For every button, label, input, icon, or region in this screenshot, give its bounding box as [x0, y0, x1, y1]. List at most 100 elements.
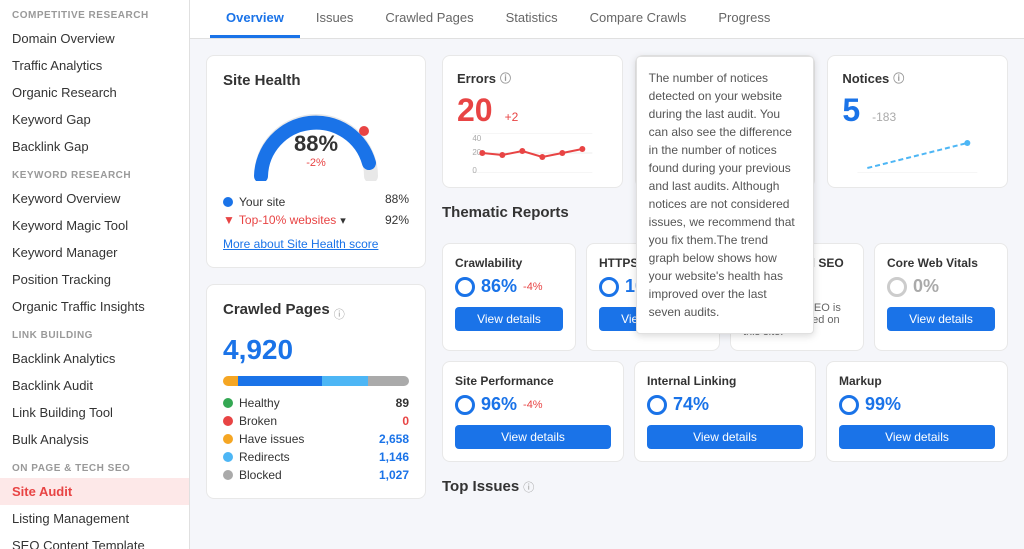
label-issues: Have issues	[239, 432, 304, 446]
progress-bar	[223, 376, 409, 386]
sidebar-item-backlink-gap[interactable]: Backlink Gap	[0, 133, 189, 160]
notices-info-icon[interactable]: ⓘ	[893, 70, 904, 86]
notices-label: Notices ⓘ	[842, 70, 993, 86]
tab-crawled-pages[interactable]: Crawled Pages	[369, 0, 489, 38]
your-site-dot	[223, 197, 233, 207]
label-redirects: Redirects	[239, 450, 290, 464]
crawlability-title: Crawlability	[455, 256, 563, 270]
site-health-title: Site Health	[223, 72, 409, 89]
more-health-link[interactable]: More about Site Health score	[223, 237, 409, 251]
tab-overview[interactable]: Overview	[210, 0, 300, 38]
content-area: Site Health 88% -2%	[190, 39, 1024, 515]
top10-label: Top-10% websites	[239, 213, 336, 227]
sidebar-item-backlink-analytics[interactable]: Backlink Analytics	[0, 345, 189, 372]
tab-statistics[interactable]: Statistics	[490, 0, 574, 38]
sidebar-section-keyword: KEYWORD RESEARCH	[0, 160, 189, 185]
site-perf-view-btn[interactable]: View details	[455, 425, 611, 449]
site-perf-change: -4%	[523, 399, 543, 411]
sidebar-item-keyword-magic-tool[interactable]: Keyword Magic Tool	[0, 212, 189, 239]
top-issues-info-icon[interactable]: ⓘ	[523, 479, 534, 495]
errors-chart: 0 20 40	[457, 133, 608, 173]
seg-orange	[223, 376, 238, 386]
internal-linking-view-btn[interactable]: View details	[647, 425, 803, 449]
crawled-legend: Healthy 89 Broken 0 Have issues 2,658 Re…	[223, 396, 409, 482]
sidebar-item-position-tracking[interactable]: Position Tracking	[0, 266, 189, 293]
gauge-container: 88% -2%	[223, 101, 409, 181]
warnings-card: Warnings ⓘ The number of notices detecte…	[635, 55, 816, 188]
sidebar-item-keyword-gap[interactable]: Keyword Gap	[0, 106, 189, 133]
notices-card: Notices ⓘ 5 -183	[827, 55, 1008, 188]
top-issues-section: Top Issues ⓘ	[442, 478, 1008, 495]
site-perf-score: 96%	[481, 394, 517, 415]
sidebar: COMPETITIVE RESEARCH Domain Overview Tra…	[0, 0, 190, 549]
warnings-popup: The number of notices detected on your w…	[636, 56, 815, 334]
crawlability-view-btn[interactable]: View details	[455, 307, 563, 331]
errors-change: +2	[505, 110, 519, 124]
errors-label: Errors ⓘ	[457, 70, 608, 86]
core-web-view-btn[interactable]: View details	[887, 307, 995, 331]
errors-card: Errors ⓘ 20 +2 0 20	[442, 55, 623, 188]
val-healthy: 89	[396, 396, 409, 410]
internal-linking-title: Internal Linking	[647, 374, 803, 388]
sidebar-item-backlink-audit[interactable]: Backlink Audit	[0, 372, 189, 399]
markup-score: 99%	[865, 394, 901, 415]
sidebar-item-seo-content-template[interactable]: SEO Content Template	[0, 532, 189, 549]
gauge-percent: 88%	[294, 131, 338, 157]
ewn-row: Errors ⓘ 20 +2 0 20	[442, 55, 1008, 188]
markup-circle	[839, 395, 859, 415]
dot-redirects	[223, 452, 233, 462]
your-site-label: Your site	[239, 195, 285, 209]
core-web-circle	[887, 277, 907, 297]
svg-text:40: 40	[472, 134, 481, 143]
left-column: Site Health 88% -2%	[206, 55, 426, 499]
your-site-value: 88%	[385, 192, 409, 206]
notices-count: 5	[842, 92, 860, 129]
sidebar-item-organic-research[interactable]: Organic Research	[0, 79, 189, 106]
val-issues: 2,658	[379, 432, 409, 446]
core-web-score: 0%	[913, 276, 939, 297]
gauge-change: -2%	[294, 157, 338, 169]
tab-compare-crawls[interactable]: Compare Crawls	[574, 0, 703, 38]
sidebar-item-link-building-tool[interactable]: Link Building Tool	[0, 399, 189, 426]
top10-value: 92%	[385, 213, 409, 227]
tab-bar: Overview Issues Crawled Pages Statistics…	[190, 0, 1024, 39]
tab-progress[interactable]: Progress	[702, 0, 786, 38]
sidebar-item-keyword-overview[interactable]: Keyword Overview	[0, 185, 189, 212]
sidebar-item-organic-traffic-insights[interactable]: Organic Traffic Insights	[0, 293, 189, 320]
markup-view-btn[interactable]: View details	[839, 425, 995, 449]
right-column: Errors ⓘ 20 +2 0 20	[442, 55, 1008, 499]
sidebar-section-link: LINK BUILDING	[0, 320, 189, 345]
dot-broken	[223, 416, 233, 426]
crawled-info-icon[interactable]: ⓘ	[334, 306, 345, 322]
legend-healthy: Healthy 89	[223, 396, 409, 410]
sidebar-item-domain-overview[interactable]: Domain Overview	[0, 25, 189, 52]
thematic-crawlability: Crawlability 86% -4% View details	[442, 243, 576, 351]
site-perf-title: Site Performance	[455, 374, 611, 388]
legend-blocked: Blocked 1,027	[223, 468, 409, 482]
crawlability-score: 86%	[481, 276, 517, 297]
crawled-count: 4,920	[223, 334, 409, 366]
thematic-site-perf: Site Performance 96% -4% View details	[442, 361, 624, 462]
sidebar-item-bulk-analysis[interactable]: Bulk Analysis	[0, 426, 189, 453]
errors-count: 20	[457, 92, 493, 129]
site-perf-circle	[455, 395, 475, 415]
dot-issues	[223, 434, 233, 444]
main-content: Overview Issues Crawled Pages Statistics…	[190, 0, 1024, 549]
dot-blocked	[223, 470, 233, 480]
sidebar-section-onpage: ON PAGE & TECH SEO	[0, 453, 189, 478]
top-issues-title: Top Issues	[442, 478, 519, 495]
top10-row: ▼ Top-10% websites ▾ 92%	[223, 213, 409, 227]
seg-lightblue	[322, 376, 369, 386]
crawlability-change: -4%	[523, 281, 543, 293]
sidebar-item-listing-management[interactable]: Listing Management	[0, 505, 189, 532]
internal-linking-circle	[647, 395, 667, 415]
sidebar-item-keyword-manager[interactable]: Keyword Manager	[0, 239, 189, 266]
errors-info-icon[interactable]: ⓘ	[500, 70, 511, 86]
your-site-row: Your site 88%	[223, 189, 409, 209]
tab-issues[interactable]: Issues	[300, 0, 370, 38]
notices-chart	[842, 133, 993, 173]
sidebar-item-site-audit[interactable]: Site Audit	[0, 478, 189, 505]
crawled-pages-card: Crawled Pages ⓘ 4,920 Healthy 89	[206, 284, 426, 499]
sidebar-item-traffic-analytics[interactable]: Traffic Analytics	[0, 52, 189, 79]
dot-healthy	[223, 398, 233, 408]
